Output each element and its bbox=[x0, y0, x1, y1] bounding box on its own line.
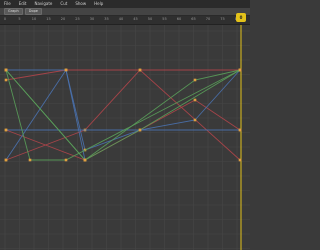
keyframe-point bbox=[138, 128, 142, 132]
keyframe-point bbox=[4, 68, 8, 72]
keyframe-point bbox=[83, 158, 87, 162]
keyframe-point bbox=[193, 98, 197, 102]
ruler-tick-label: 25 bbox=[75, 17, 80, 21]
keyframe-point bbox=[193, 118, 197, 122]
ruler-tick-label: 45 bbox=[133, 17, 138, 21]
menu-edit[interactable]: Edit bbox=[19, 0, 27, 8]
menu-navigate[interactable]: Navigate bbox=[34, 0, 52, 8]
dope-mode-button[interactable]: Dope bbox=[24, 8, 42, 15]
keyframe-point bbox=[138, 68, 142, 72]
ruler-tick-label: 70 bbox=[205, 17, 211, 21]
menu-help[interactable]: Help bbox=[94, 0, 103, 8]
ruler-tick-label: 15 bbox=[46, 17, 51, 21]
toolbar: Graph Dope bbox=[0, 8, 250, 16]
ruler-tick-label: 55 bbox=[162, 17, 167, 21]
ruler-tick-label: 20 bbox=[60, 17, 66, 21]
ruler-tick-label: 35 bbox=[104, 17, 109, 21]
keyframe-point bbox=[28, 158, 32, 162]
ruler-tick-label: 75 bbox=[220, 17, 225, 21]
ruler-tick-label: 65 bbox=[191, 17, 196, 21]
ruler-tick-label: 0 bbox=[3, 17, 7, 21]
menu-cut[interactable]: Cut bbox=[60, 0, 67, 8]
animation-curve bbox=[5, 69, 241, 161]
graph-editor-canvas[interactable] bbox=[0, 25, 250, 250]
keyframe-point bbox=[4, 158, 8, 162]
graph-mode-button[interactable]: Graph bbox=[4, 8, 23, 15]
menu-file[interactable]: File bbox=[4, 0, 11, 8]
keyframe-point bbox=[238, 158, 242, 162]
menu-show[interactable]: Show bbox=[75, 0, 86, 8]
ruler-tick-label: 40 bbox=[118, 17, 124, 21]
keyframe-point bbox=[193, 78, 197, 82]
keyframe-point bbox=[4, 78, 8, 82]
curve-graph[interactable] bbox=[0, 25, 250, 250]
ruler-tick-label: 30 bbox=[89, 17, 95, 21]
animation-curve bbox=[5, 69, 240, 81]
menu-bar: File Edit Navigate Cut Show Help bbox=[0, 0, 250, 8]
keyframe-point bbox=[64, 158, 68, 162]
ruler-tick-label: 50 bbox=[147, 17, 153, 21]
ruler-tick-label: 10 bbox=[31, 17, 37, 21]
keyframe-point bbox=[238, 128, 242, 132]
ruler-tick-label: 5 bbox=[18, 17, 21, 21]
keyframe-point bbox=[64, 68, 68, 72]
playhead-handle[interactable]: 0 bbox=[236, 13, 246, 22]
keyframe-point bbox=[238, 68, 242, 72]
time-ruler[interactable]: 05101520253035404550556065707580 bbox=[0, 16, 250, 25]
keyframe-point bbox=[4, 128, 8, 132]
ruler-tick-label: 60 bbox=[176, 17, 182, 21]
